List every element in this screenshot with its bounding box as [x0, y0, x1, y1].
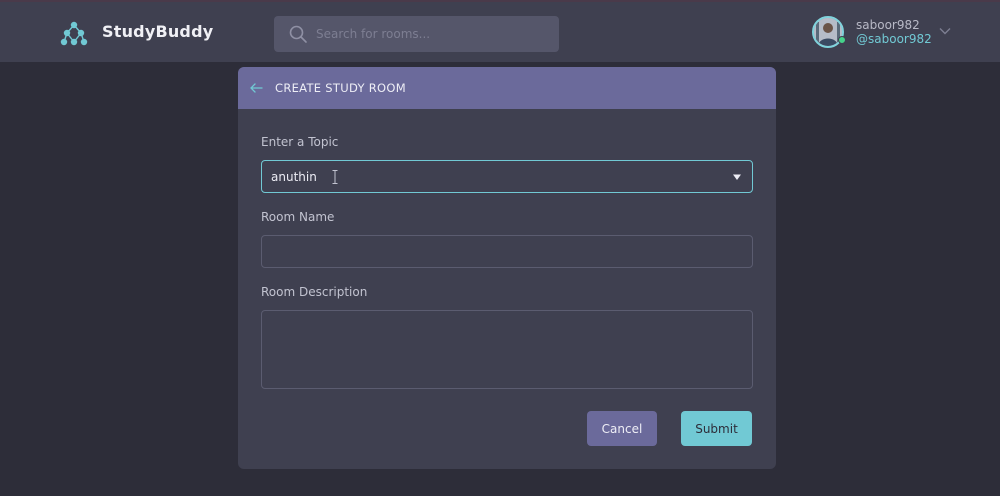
brand-name[interactable]: StudyBuddy	[102, 22, 213, 41]
search-input[interactable]	[316, 27, 546, 41]
create-room-modal: CREATE STUDY ROOM Enter a Topic Room Nam…	[238, 67, 776, 469]
modal-title: CREATE STUDY ROOM	[275, 81, 406, 95]
online-status-indicator	[838, 36, 846, 44]
chevron-down-icon[interactable]	[938, 24, 952, 38]
search-bar[interactable]	[274, 16, 559, 52]
topic-combobox[interactable]	[261, 160, 753, 193]
room-description-label: Room Description	[261, 285, 368, 299]
modal-header: CREATE STUDY ROOM	[238, 67, 776, 109]
caret-down-icon[interactable]	[732, 172, 742, 182]
room-name-field[interactable]	[261, 235, 753, 268]
studybuddy-logo-icon[interactable]	[60, 20, 88, 48]
search-icon	[289, 25, 307, 43]
user-handle[interactable]: @saboor982	[856, 32, 932, 46]
room-name-label: Room Name	[261, 210, 335, 224]
submit-button[interactable]: Submit	[681, 411, 752, 446]
room-description-textarea[interactable]	[262, 311, 752, 388]
cancel-button[interactable]: Cancel	[587, 411, 657, 446]
arrow-left-icon[interactable]	[249, 81, 263, 95]
top-navigation-bar: StudyBuddy saboor982 @saboor982	[0, 0, 1000, 62]
room-name-input[interactable]	[262, 236, 752, 267]
user-name[interactable]: saboor982	[856, 18, 920, 32]
text-cursor-icon	[332, 170, 338, 184]
room-description-field[interactable]	[261, 310, 753, 389]
topic-label: Enter a Topic	[261, 135, 339, 149]
